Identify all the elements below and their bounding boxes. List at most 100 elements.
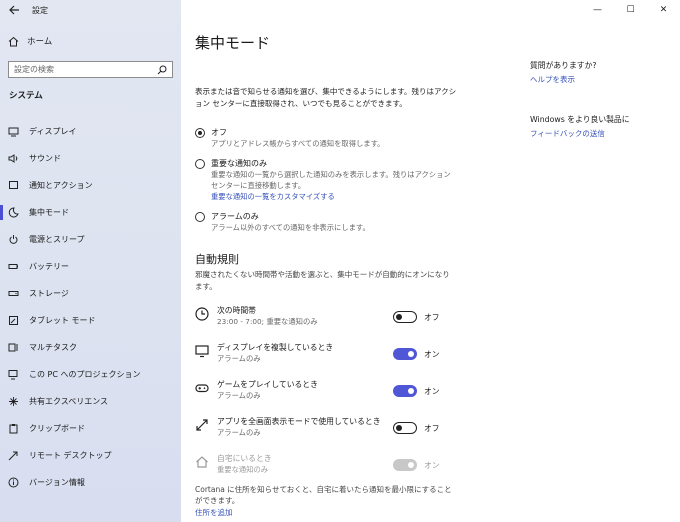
sidebar-item-shared[interactable]: 共有エクスペリエンス — [0, 388, 181, 415]
help-question: 質問がありますか? — [530, 61, 597, 70]
rule-title: アプリを全画面表示モードで使用しているとき — [217, 417, 381, 426]
sidebar-item-label: バージョン情報 — [29, 478, 85, 487]
remote-icon — [8, 451, 18, 461]
toggle-state: オフ — [424, 313, 440, 322]
auto-rules-list: 次の時間帯 23:00 - 7:00; 重要な通知のみ オフ ディスプレイを複製… — [195, 305, 485, 490]
display-icon — [8, 127, 19, 137]
rule-subtitle: 重要な通知のみ — [217, 465, 269, 474]
sidebar-item-display[interactable]: ディスプレイ — [0, 118, 181, 145]
gamepad-icon — [195, 384, 209, 393]
share-icon — [9, 397, 18, 406]
toggle-state: オン — [424, 461, 440, 470]
sidebar-item-sound[interactable]: サウンド — [0, 145, 181, 172]
search-input[interactable]: 設定の検索 — [8, 61, 173, 78]
storage-icon — [8, 291, 19, 296]
sidebar-item-notifications[interactable]: 通知とアクション — [0, 172, 181, 199]
rule-fullscreen[interactable]: アプリを全画面表示モードで使用しているとき アラームのみ オフ — [195, 416, 485, 453]
add-address-link[interactable]: 住所を追加 — [195, 507, 233, 518]
radio-button[interactable] — [195, 128, 205, 138]
back-arrow-icon[interactable] — [8, 4, 20, 16]
auto-rules-heading: 自動規則 — [195, 253, 239, 266]
sidebar-item-about[interactable]: バージョン情報 — [0, 469, 181, 496]
power-icon — [9, 235, 18, 244]
rule-toggle[interactable] — [393, 422, 417, 434]
window-controls: — ☐ ✕ — [581, 3, 680, 17]
cortana-description: Cortana に住所を知らせておくと、自宅に着いたら通知を最小限にすることがで… — [195, 485, 452, 505]
sidebar-item-multitasking[interactable]: マルチタスク — [0, 334, 181, 361]
clock-icon — [195, 307, 209, 321]
home-icon — [8, 36, 19, 46]
projection-icon — [8, 370, 18, 380]
maximize-button[interactable]: ☐ — [614, 3, 647, 17]
improve-windows-heading: Windows をより良い製品に — [530, 115, 630, 124]
option-title: 重要な通知のみ — [211, 159, 267, 168]
option-alarms-only[interactable]: アラームのみ アラーム以外のすべての通知を非表示にします。 — [195, 211, 457, 233]
sidebar-item-label: 集中モード — [29, 208, 69, 217]
sidebar-item-focus-assist[interactable]: 集中モード — [0, 199, 181, 226]
sidebar-item-power[interactable]: 電源とスリープ — [0, 226, 181, 253]
radio-button[interactable] — [195, 212, 205, 222]
search-icon[interactable] — [157, 65, 167, 75]
rule-gaming[interactable]: ゲームをプレイしているとき アラームのみ オン — [195, 379, 485, 416]
sidebar-item-battery[interactable]: バッテリー — [0, 253, 181, 280]
sidebar-item-tablet[interactable]: タブレット モード — [0, 307, 181, 334]
option-title: アラームのみ — [211, 212, 259, 221]
sidebar: 設定 ホーム 設定の検索 システム ディスプレイ サウンド 通知とアクション 集 — [0, 0, 181, 522]
rule-title: 自宅にいるとき — [217, 454, 272, 463]
sidebar-item-projection[interactable]: この PC へのプロジェクション — [0, 361, 181, 388]
sidebar-item-label: ストレージ — [29, 289, 69, 298]
sidebar-item-label: この PC へのプロジェクション — [29, 370, 141, 379]
sidebar-item-remote-desktop[interactable]: リモート デスクトップ — [0, 442, 181, 469]
sidebar-item-label: ディスプレイ — [29, 127, 77, 136]
rule-title: ディスプレイを複製しているとき — [217, 343, 334, 352]
rule-duplicate-display[interactable]: ディスプレイを複製しているとき アラームのみ オン — [195, 342, 485, 379]
option-off[interactable]: オフ アプリとアドレス帳からすべての通知を取得します。 — [195, 127, 457, 149]
get-help-link[interactable]: ヘルプを表示 — [530, 74, 575, 85]
sidebar-nav: ディスプレイ サウンド 通知とアクション 集中モード 電源とスリープ バッテリー… — [0, 118, 181, 496]
rule-toggle[interactable] — [393, 385, 417, 397]
sound-icon — [8, 154, 18, 163]
fullscreen-icon — [196, 419, 208, 431]
sidebar-item-label: リモート デスクトップ — [29, 451, 112, 460]
option-description: アプリとアドレス帳からすべての通知を取得します。 — [211, 139, 385, 148]
sidebar-item-storage[interactable]: ストレージ — [0, 280, 181, 307]
sidebar-item-label: バッテリー — [29, 262, 69, 271]
sidebar-item-label: サウンド — [29, 154, 61, 163]
info-icon — [8, 477, 19, 488]
monitor-icon — [195, 345, 209, 358]
section-label: システム — [9, 91, 43, 101]
battery-icon — [8, 264, 18, 269]
sidebar-item-label: 通知とアクション — [29, 181, 93, 190]
home-link[interactable]: ホーム — [8, 35, 52, 47]
home-label: ホーム — [27, 37, 53, 47]
sidebar-item-label: マルチタスク — [29, 343, 77, 352]
sidebar-item-label: クリップボード — [29, 424, 85, 433]
page-description: 表示または音で知らせる通知を選び、集中できるようにします。残りはアクション セン… — [195, 87, 457, 108]
option-priority-only[interactable]: 重要な通知のみ 重要な通知の一覧から選択した通知のみを表示します。残りはアクショ… — [195, 158, 457, 202]
rule-subtitle[interactable]: アラームのみ — [217, 390, 402, 401]
sidebar-item-clipboard[interactable]: クリップボード — [0, 415, 181, 442]
search-placeholder: 設定の検索 — [14, 65, 54, 74]
sidebar-item-label: 共有エクスペリエンス — [29, 397, 109, 406]
option-title: オフ — [211, 128, 227, 137]
rule-toggle[interactable] — [393, 311, 417, 323]
option-description: 重要な通知の一覧から選択した通知のみを表示します。残りはアクション センターに直… — [211, 170, 451, 190]
radio-button[interactable] — [195, 159, 205, 169]
focus-mode-options: オフ アプリとアドレス帳からすべての通知を取得します。 重要な通知のみ 重要な通… — [195, 127, 457, 242]
option-description: アラーム以外のすべての通知を非表示にします。 — [211, 223, 370, 232]
toggle-state: オフ — [424, 424, 440, 433]
customize-priority-link[interactable]: 重要な通知の一覧をカスタマイズする — [211, 191, 457, 202]
minimize-button[interactable]: — — [581, 3, 614, 17]
tablet-icon — [9, 316, 18, 325]
rule-title: ゲームをプレイしているとき — [217, 380, 318, 389]
close-button[interactable]: ✕ — [647, 3, 680, 17]
sidebar-item-label: タブレット モード — [29, 316, 96, 325]
feedback-link[interactable]: フィードバックの送信 — [530, 128, 605, 139]
rule-subtitle[interactable]: アラームのみ — [217, 427, 402, 438]
rule-subtitle[interactable]: 23:00 - 7:00; 重要な通知のみ — [217, 316, 402, 327]
rule-toggle[interactable] — [393, 348, 417, 360]
notification-icon — [9, 181, 18, 189]
rule-toggle — [393, 459, 417, 471]
rule-subtitle[interactable]: アラームのみ — [217, 353, 402, 364]
rule-time[interactable]: 次の時間帯 23:00 - 7:00; 重要な通知のみ オフ — [195, 305, 485, 342]
